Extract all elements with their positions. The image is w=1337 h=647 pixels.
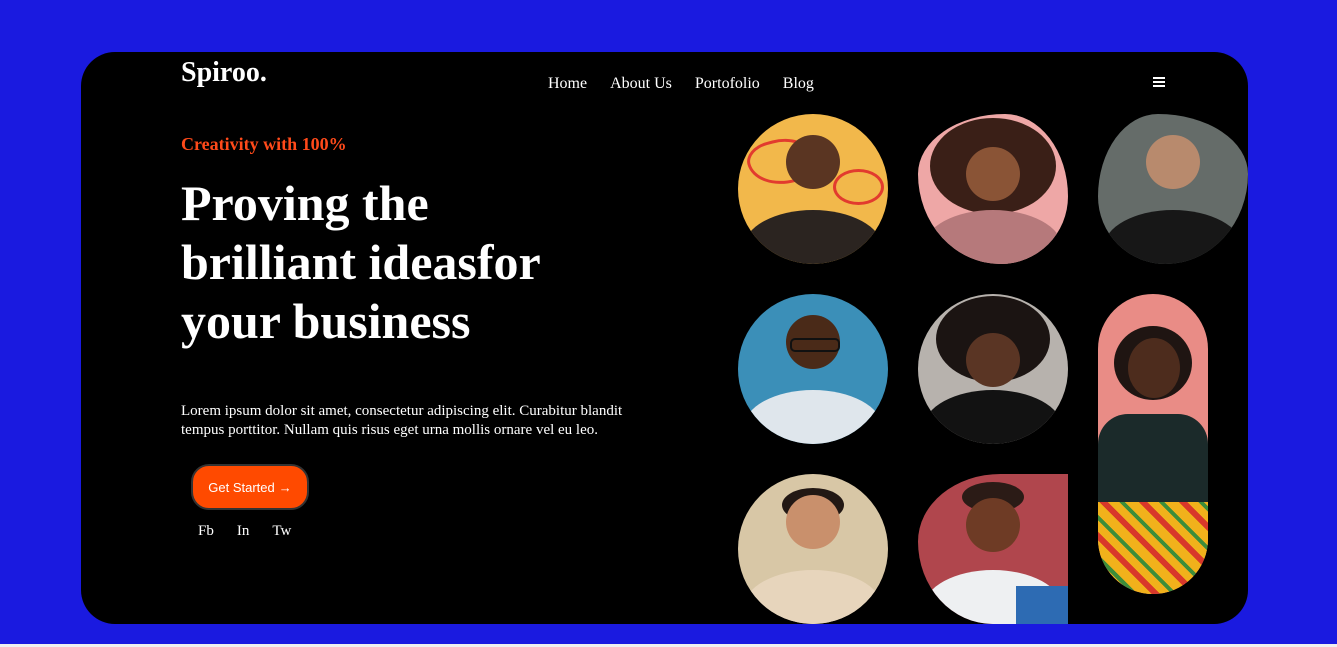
social-facebook[interactable]: Fb [198, 523, 214, 540]
arrow-right-icon: → [278, 479, 292, 495]
hamburger-menu-icon[interactable] [1153, 76, 1165, 88]
hero-card: Spiroo. Home About Us Portofolio Blog Cr… [81, 52, 1248, 624]
portrait-photo-6 [1098, 294, 1208, 594]
brand-logo[interactable]: Spiroo. [181, 56, 267, 90]
headline-line-2: brilliant ideasfor [181, 234, 541, 290]
portrait-photo-1 [738, 114, 888, 264]
social-twitter[interactable]: Tw [272, 523, 291, 540]
portrait-photo-8 [918, 474, 1068, 624]
nav-portofolio[interactable]: Portofolio [695, 74, 760, 94]
portrait-photo-3 [1098, 114, 1248, 264]
portrait-photo-5 [918, 294, 1068, 444]
social-links: Fb In Tw [198, 523, 291, 540]
main-nav: Home About Us Portofolio Blog [548, 74, 814, 94]
portrait-photo-4 [738, 294, 888, 444]
nav-home[interactable]: Home [548, 74, 587, 94]
hero-headline: Proving the brilliant ideasfor your busi… [181, 174, 601, 351]
hero-eyebrow: Creativity with 100% [181, 134, 347, 154]
get-started-button[interactable]: Get Started → [191, 464, 309, 510]
portrait-photo-2 [918, 114, 1068, 264]
portrait-photo-7 [738, 474, 888, 624]
social-instagram[interactable]: In [237, 523, 250, 540]
hero-body: Lorem ipsum dolor sit amet, consectetur … [181, 403, 623, 438]
headline-line-1: Proving the [181, 175, 429, 231]
get-started-label: Get Started [208, 479, 275, 495]
headline-line-3: your business [181, 293, 471, 349]
nav-about-us[interactable]: About Us [610, 74, 672, 94]
nav-blog[interactable]: Blog [783, 74, 814, 94]
